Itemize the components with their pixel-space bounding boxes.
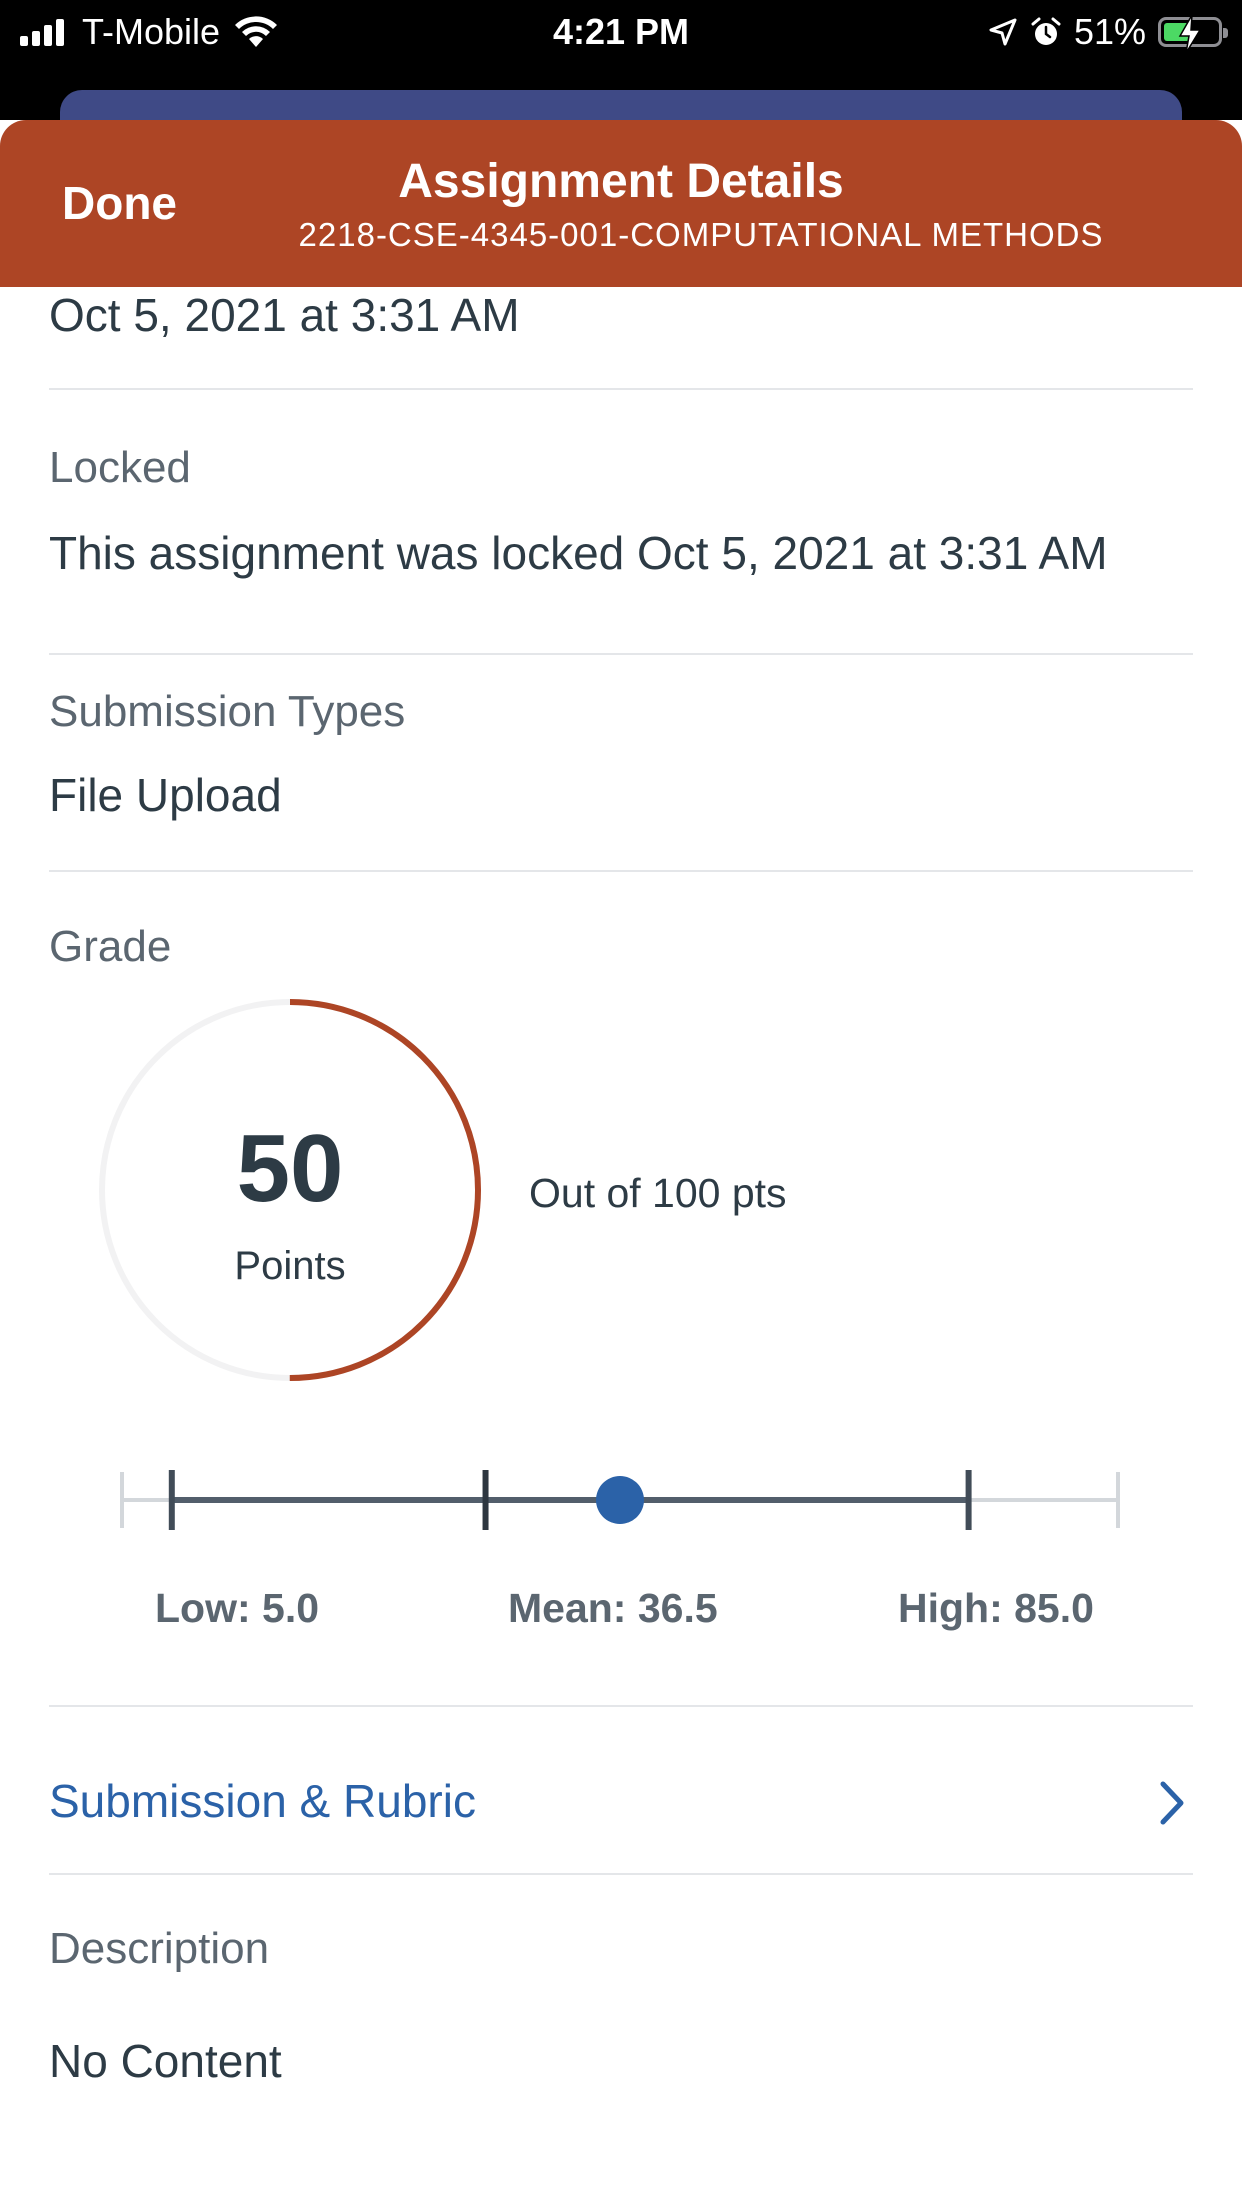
low-score-label: Low: 5.0 (155, 1585, 320, 1631)
grade-out-of: Out of 100 pts (529, 1170, 787, 1216)
location-icon (989, 18, 1017, 46)
locked-label: Locked (49, 443, 191, 492)
divider (49, 1873, 1193, 1875)
divider (49, 653, 1193, 655)
grade-label: Grade (49, 922, 172, 971)
divider (49, 1705, 1193, 1707)
chevron-right-icon (1160, 1781, 1184, 1825)
grade-score: 50 (236, 1115, 344, 1222)
grade-distribution (120, 1470, 1120, 1530)
grade-points-label: Points (234, 1244, 346, 1288)
grade-center: 50 Points (94, 994, 486, 1386)
divider (49, 870, 1193, 872)
submission-rubric-link[interactable]: Submission & Rubric (49, 1774, 1193, 1834)
nav-header: Done Assignment Details 2218-CSE-4345-00… (0, 120, 1242, 287)
battery-percent: 51% (1073, 11, 1146, 52)
high-score-label: High: 85.0 (898, 1585, 1094, 1631)
locked-value: This assignment was locked Oct 5, 2021 a… (49, 527, 1108, 579)
course-subtitle: 2218-CSE-4345-001-COMPUTATIONAL METHODS (298, 216, 1104, 253)
submission-rubric-label: Submission & Rubric (49, 1775, 476, 1827)
battery-charging-icon (1158, 14, 1228, 54)
divider (49, 388, 1193, 390)
description-label: Description (49, 1924, 270, 1973)
description-value: No Content (49, 2035, 282, 2087)
submission-types-label: Submission Types (49, 687, 406, 736)
score-marker (596, 1476, 644, 1524)
status-bar-right: 51% (976, 10, 1228, 54)
alarm-icon (1031, 17, 1061, 45)
submission-types-value: File Upload (49, 769, 282, 821)
due-date-value: Oct 5, 2021 at 3:31 AM (49, 289, 520, 341)
mean-score-label: Mean: 36.5 (508, 1585, 718, 1631)
page-title: Assignment Details (398, 155, 844, 208)
